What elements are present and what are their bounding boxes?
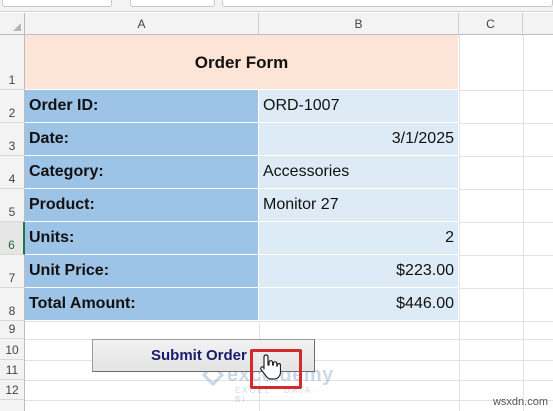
row-header-11[interactable]: 11 xyxy=(0,360,25,380)
value-category[interactable]: Accessories xyxy=(259,156,459,189)
label-order-id[interactable]: Order ID: xyxy=(25,90,259,123)
submit-order-label: Submit Order xyxy=(151,347,247,364)
label-product[interactable]: Product: xyxy=(25,189,259,222)
column-header-b[interactable]: B xyxy=(259,13,459,35)
row-header-13[interactable] xyxy=(0,400,25,411)
row-header-4[interactable]: 4 xyxy=(0,156,25,189)
select-all-corner[interactable] xyxy=(0,13,25,35)
label-date[interactable]: Date: xyxy=(25,123,259,156)
row-header-1[interactable]: 1 xyxy=(0,35,25,90)
value-product[interactable]: Monitor 27 xyxy=(259,189,459,222)
formula-input[interactable] xyxy=(222,0,553,7)
formula-controls[interactable] xyxy=(130,0,215,7)
value-unit-price[interactable]: $223.00 xyxy=(259,255,459,288)
row-header-6[interactable]: 6 xyxy=(0,222,25,255)
form-title[interactable]: Order Form xyxy=(25,35,459,90)
row-header-2[interactable]: 2 xyxy=(0,90,25,123)
gridline xyxy=(523,35,524,411)
row-header-9[interactable]: 9 xyxy=(0,321,25,339)
site-watermark: wsxdn.com xyxy=(492,396,548,408)
gridline xyxy=(459,35,460,411)
label-units[interactable]: Units: xyxy=(25,222,259,255)
label-unit-price[interactable]: Unit Price: xyxy=(25,255,259,288)
value-date[interactable]: 3/1/2025 xyxy=(259,123,459,156)
column-header-c[interactable]: C xyxy=(459,13,523,35)
label-category[interactable]: Category: xyxy=(25,156,259,189)
row-header-3[interactable]: 3 xyxy=(0,123,25,156)
row-header-5[interactable]: 5 xyxy=(0,189,25,222)
value-total-amount[interactable]: $446.00 xyxy=(259,288,459,321)
label-total-amount[interactable]: Total Amount: xyxy=(25,288,259,321)
row-header-8[interactable]: 8 xyxy=(0,288,25,321)
column-header-a[interactable]: A xyxy=(25,13,259,35)
column-header-d[interactable] xyxy=(523,13,553,35)
formula-bar xyxy=(0,0,553,12)
name-box[interactable] xyxy=(2,0,112,7)
row-header-10[interactable]: 10 xyxy=(0,339,25,360)
value-units[interactable]: 2 xyxy=(259,222,459,255)
row-header-12[interactable]: 12 xyxy=(0,380,25,400)
row-header-7[interactable]: 7 xyxy=(0,255,25,288)
hand-cursor-icon xyxy=(260,354,281,380)
value-order-id[interactable]: ORD-1007 xyxy=(259,90,459,123)
gridline xyxy=(25,321,553,322)
